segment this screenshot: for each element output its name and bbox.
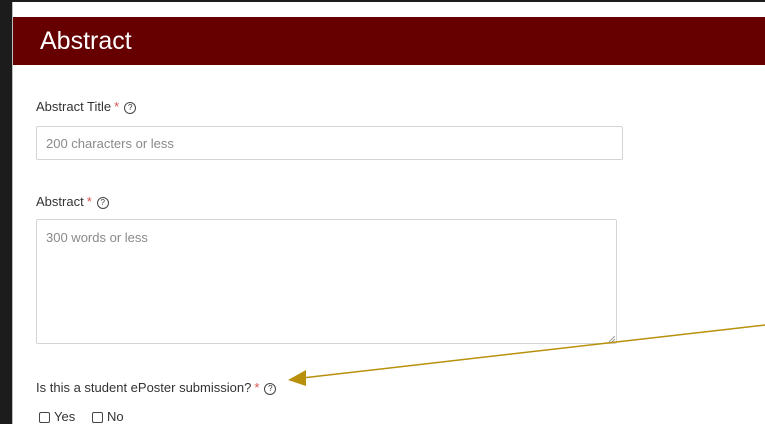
annotation-arrow bbox=[288, 324, 765, 386]
